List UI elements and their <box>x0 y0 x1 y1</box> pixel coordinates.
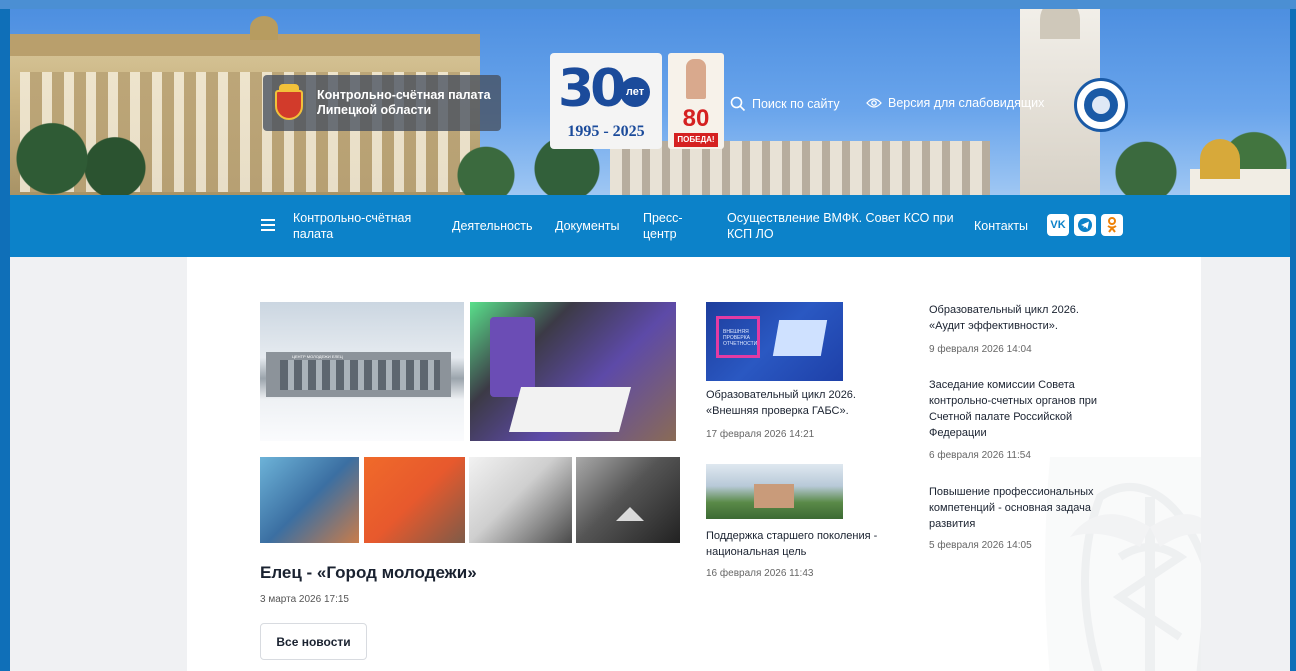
all-news-button[interactable]: Все новости <box>260 623 367 660</box>
music-studio-photo[interactable] <box>469 457 572 543</box>
news-item-date: 17 февраля 2026 14:21 <box>706 429 815 440</box>
church-dome-image <box>1200 139 1240 179</box>
coworking-photo[interactable] <box>260 457 359 543</box>
nav-item-documents[interactable]: Документы <box>555 218 619 234</box>
search-icon <box>730 96 746 112</box>
victory-80-badge[interactable]: 80 ПОБЕДА! <box>668 53 724 149</box>
news-item-title[interactable]: Образовательный цикл 2026. «Внешняя пров… <box>706 387 856 419</box>
search-link[interactable]: Поиск по сайту <box>730 96 840 112</box>
news-item-date: 5 февраля 2026 14:05 <box>929 540 1032 551</box>
audit-news-thumbnail[interactable]: ВНЕШНЯЯ ПРОВЕРКА ОТЧЕТНОСТИ <box>706 302 843 381</box>
menu-icon[interactable] <box>261 219 275 231</box>
orange-room-photo[interactable] <box>364 457 465 543</box>
news-item-title[interactable]: Заседание комиссии Совета контрольно-сче… <box>929 377 1097 441</box>
seal-emblem-icon[interactable] <box>1074 78 1128 132</box>
vk-icon[interactable]: VK <box>1047 214 1069 236</box>
news-section: ЦЕНТР МОЛОДЕЖИ ЕЛЕЦ Елец - «Город молоде… <box>187 257 1201 671</box>
news-item-date: 16 февраля 2026 11:43 <box>706 568 814 579</box>
youth-center-interior-photo[interactable] <box>470 302 676 441</box>
nav-item-activity[interactable]: Деятельность <box>452 218 532 234</box>
right-border <box>1290 9 1296 671</box>
nav-item-contacts[interactable]: Контакты <box>974 218 1028 234</box>
coat-of-arms-icon <box>273 84 305 122</box>
news-item-date: 9 февраля 2026 14:04 <box>929 344 1032 355</box>
left-border <box>0 9 10 671</box>
accessibility-link[interactable]: Версия для слабовидящих <box>866 96 1044 110</box>
news-item-title[interactable]: Образовательный цикл 2026. «Аудит эффект… <box>929 302 1079 334</box>
news-item-title[interactable]: Повышение профессиональных компетенций -… <box>929 484 1094 532</box>
odnoklassniki-icon[interactable] <box>1101 214 1123 236</box>
anniversary-badge[interactable]: 30 лет 1995 - 2025 <box>550 53 662 149</box>
site-logo[interactable]: Контрольно-счётная палата Липецкой облас… <box>263 75 501 131</box>
eye-icon <box>866 98 882 108</box>
elderly-news-thumbnail[interactable] <box>706 464 843 519</box>
org-name: Контрольно-счётная палата Липецкой облас… <box>317 88 491 117</box>
motherland-statue-icon <box>686 59 706 99</box>
nav-item-vmfk[interactable]: Осуществление ВМФК. Совет КСО при КСП ЛО <box>727 210 967 242</box>
hall-photo[interactable] <box>576 457 680 543</box>
telegram-icon[interactable] <box>1074 214 1096 236</box>
news-item-title[interactable]: Поддержка старшего поколения - националь… <box>706 528 877 560</box>
main-news-date: 3 марта 2026 17:15 <box>260 594 349 605</box>
main-navigation: Контрольно-счётная палата Деятельность Д… <box>10 195 1290 257</box>
nav-item-chamber[interactable]: Контрольно-счётная палата <box>293 210 433 242</box>
browser-top-strip <box>0 0 1296 9</box>
main-news-title[interactable]: Елец - «Город молодежи» <box>260 563 477 583</box>
news-item-date: 6 февраля 2026 11:54 <box>929 450 1031 461</box>
youth-center-photo[interactable]: ЦЕНТР МОЛОДЕЖИ ЕЛЕЦ <box>260 302 464 441</box>
nav-item-press-center[interactable]: Пресс-центр <box>643 210 691 242</box>
